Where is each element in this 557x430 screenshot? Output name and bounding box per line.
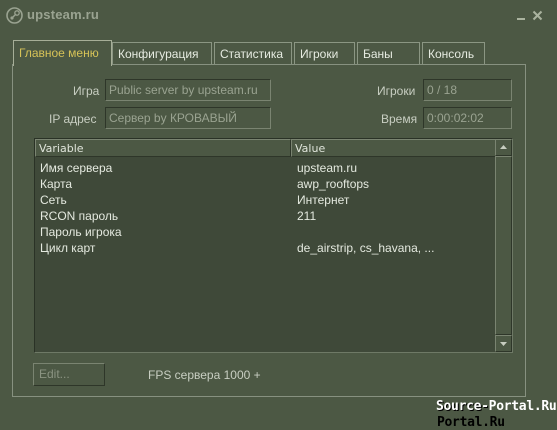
watermark: Source-Portal.Ru [436,399,557,414]
arrow-up-icon [500,145,507,149]
minimize-icon[interactable] [516,10,527,21]
list-row[interactable]: Сеть Интернет [35,192,495,208]
tab-statistics[interactable]: Статистика [214,42,292,64]
variable-value: upsteam.ru [297,161,358,175]
players-label: Игроки [377,84,416,98]
variable-name: Карта [40,177,73,191]
game-field[interactable]: Public server by upsteam.ru [105,79,271,101]
tab-console[interactable]: Консоль [422,42,485,64]
server-fps-label: FPS сервера 1000 + [148,368,261,382]
variable-value: awp_rooftops [297,177,370,191]
variable-value: de_airstrip, cs_havana, ... [297,241,435,255]
variable-name: RCON пароль [40,209,119,223]
players-field[interactable]: 0 / 18 [423,79,512,101]
window-title: upsteam.ru [27,7,100,22]
list-row[interactable]: Карта awp_rooftops [35,176,495,192]
scroll-up-button[interactable] [495,139,512,156]
vertical-scrollbar[interactable] [495,139,512,352]
list-row[interactable]: Имя сервера upsteam.ru [35,160,495,176]
close-icon[interactable] [532,10,543,21]
tab-bans[interactable]: Баны [357,42,420,64]
list-header: Variable Value [35,139,496,157]
scroll-down-button[interactable] [495,335,512,352]
variable-value: 211 [297,209,317,223]
list-body: Имя сервера upsteam.ru Карта awp_rooftop… [35,160,495,256]
column-header-variable[interactable]: Variable [35,139,291,157]
list-row[interactable]: RCON пароль 211 [35,208,495,224]
variable-name: Цикл карт [40,241,96,255]
app-window: upsteam.ru Главное меню Конфигурация Ста… [0,0,557,430]
list-row[interactable]: Пароль игрока [35,224,495,240]
variable-name: Сеть [40,193,67,207]
game-label: Игра [73,84,100,98]
steam-logo-icon [6,7,23,24]
title-bar[interactable]: upsteam.ru [0,0,557,30]
edit-button[interactable]: Edit... [33,363,105,386]
variable-name: Пароль игрока [40,225,122,239]
tab-configuration[interactable]: Конфигурация [112,42,212,64]
arrow-down-icon [500,342,507,346]
time-label: Время [381,112,418,126]
ip-address-field[interactable]: Сервер by КРОВАВЫЙ [105,107,271,129]
column-header-value[interactable]: Value [291,139,496,157]
list-row[interactable]: Цикл карт de_airstrip, cs_havana, ... [35,240,495,256]
variable-name: Имя сервера [40,161,113,175]
variables-list[interactable]: Variable Value Имя сервера upsteam.ru Ка… [34,138,513,353]
tab-main-menu[interactable]: Главное меню [13,40,112,66]
tab-players[interactable]: Игроки [294,42,355,64]
ip-address-label: IP адрес [49,112,97,126]
time-field[interactable]: 0:00:02:02 [423,107,512,129]
scrollbar-thumb[interactable] [495,156,512,335]
variable-value: Интернет [297,193,350,207]
